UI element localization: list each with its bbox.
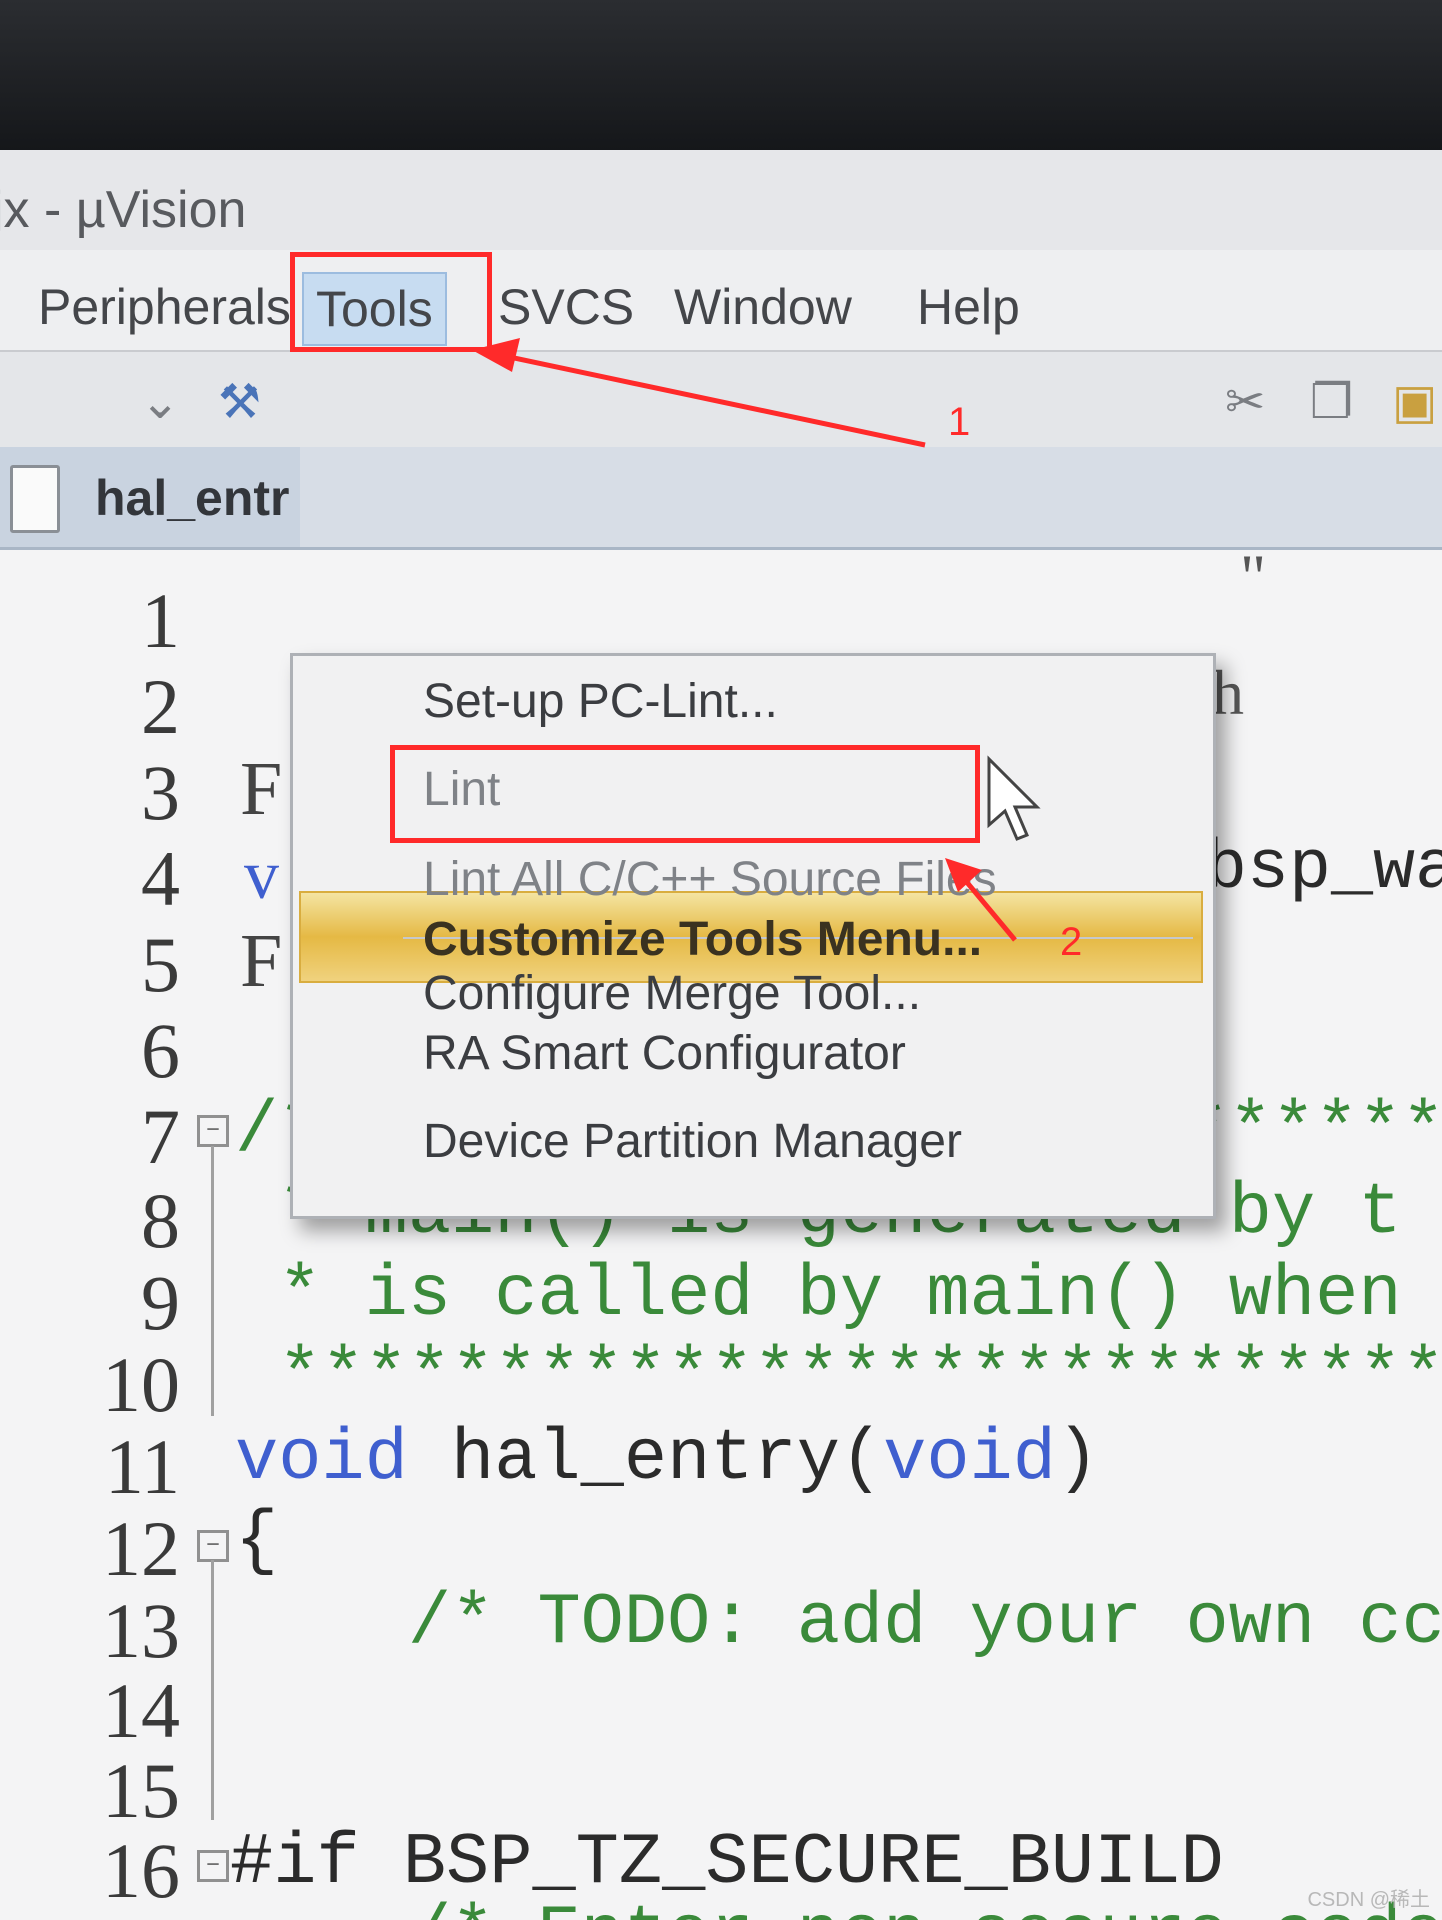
arrow-line-1 <box>504 353 926 448</box>
mouse-cursor-icon <box>987 755 1041 841</box>
arrow-head-1 <box>472 338 520 372</box>
arrow-head-2 <box>945 858 982 892</box>
arrow-line-2 <box>963 878 1017 942</box>
watermark: CSDN @稀土 <box>1307 1889 1430 1911</box>
annotation-arrows <box>472 338 1017 942</box>
